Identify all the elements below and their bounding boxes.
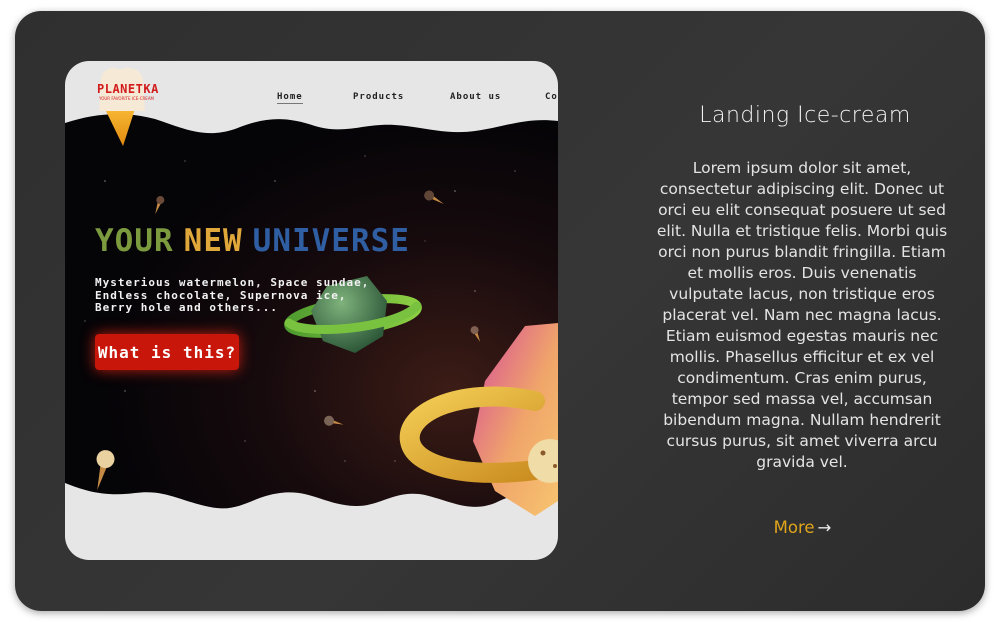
project-description: Lorem ipsum dolor sit amet, consectetur … (656, 159, 948, 471)
project-title: Landing Ice-cream (699, 103, 911, 128)
nav-products[interactable]: Products (353, 92, 404, 102)
what-is-this-button[interactable]: What is this? (95, 334, 239, 370)
brand-tagline: YOUR FAVORITE ICE-CREAM (99, 96, 155, 101)
arrow-right-icon: → (817, 518, 832, 537)
brand-name: PLANETKA (97, 82, 159, 96)
project-card: PLANETKA YOUR FAVORITE ICE-CREAM Home Pr… (15, 11, 985, 611)
headline-word: NEW (183, 223, 243, 259)
tagline-line: Mysterious watermelon, Space sundae, (95, 276, 370, 289)
headline-word: UNIVERSE (252, 223, 410, 259)
nav-home[interactable]: Home (277, 92, 303, 104)
nav-about-us[interactable]: About us (450, 92, 501, 102)
hero-tagline: Mysterious watermelon, Space sundae, End… (95, 276, 370, 315)
landing-preview[interactable]: PLANETKA YOUR FAVORITE ICE-CREAM Home Pr… (65, 61, 558, 560)
hero-headline: YOUR NEW UNIVERSE (95, 223, 420, 259)
tagline-line: Berry hole and others... (95, 301, 278, 314)
more-link[interactable]: More → (750, 518, 855, 537)
headline-word: YOUR (95, 223, 174, 259)
nav-contacts[interactable]: Co (545, 92, 558, 102)
more-label: More (773, 518, 815, 537)
